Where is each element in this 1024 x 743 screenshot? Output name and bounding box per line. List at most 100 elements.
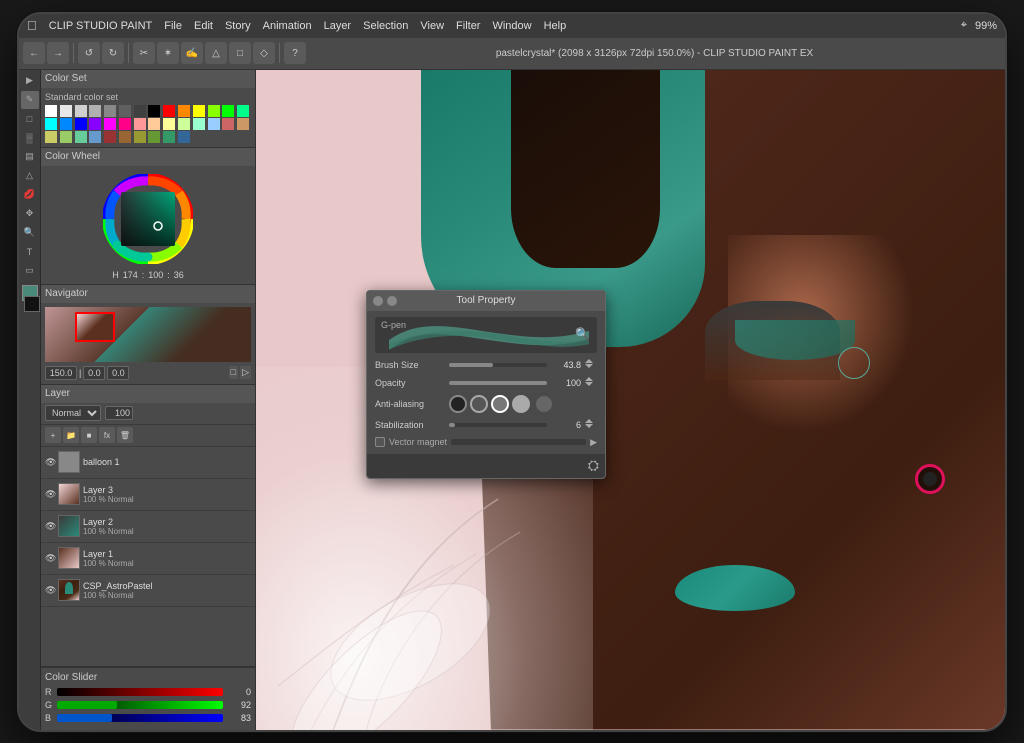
aa-mid-btn[interactable] [491, 395, 509, 413]
color-swatch[interactable] [119, 131, 131, 143]
opacity-spinner-up[interactable] [585, 377, 593, 381]
color-swatch[interactable] [45, 118, 57, 130]
layer-mask-btn[interactable]: ■ [81, 427, 97, 443]
layer-eye-icon[interactable]: 👁 [45, 585, 55, 595]
layer-item[interactable]: 👁 CSP_AstroPastel 100 % Normal [41, 575, 255, 607]
color-swatch[interactable] [208, 118, 220, 130]
spinner-up-icon[interactable] [585, 359, 593, 363]
color-swatch[interactable] [237, 105, 249, 117]
navigator-header[interactable]: Navigator [41, 285, 255, 303]
tool-icon-text[interactable]: T [21, 243, 39, 261]
color-swatch[interactable] [75, 118, 87, 130]
rotate-icon[interactable]: ▷ [240, 366, 251, 379]
stab-slider[interactable] [449, 423, 547, 427]
toolbar-rotate-left-btn[interactable]: ↺ [78, 42, 100, 64]
menu-filter[interactable]: Filter [456, 20, 480, 32]
blend-mode-select[interactable]: Normal [45, 405, 101, 421]
new-layer-btn[interactable]: + [45, 427, 61, 443]
brush-size-spinner[interactable] [585, 359, 597, 371]
layer-panel-header[interactable]: Layer [41, 385, 255, 403]
toolbar-diamond-btn[interactable]: ◇ [253, 42, 275, 64]
color-swatch[interactable] [89, 105, 101, 117]
color-swatch[interactable] [134, 105, 146, 117]
menu-window[interactable]: Window [492, 20, 531, 32]
menu-edit[interactable]: Edit [194, 20, 213, 32]
color-swatch[interactable] [89, 118, 101, 130]
tool-icon-pen[interactable]: ✎ [21, 91, 39, 109]
opacity-spinner-down[interactable] [585, 382, 593, 386]
layer-eye-icon[interactable]: 👁 [45, 521, 55, 531]
aa-high-btn[interactable] [512, 395, 530, 413]
color-swatch[interactable] [148, 105, 160, 117]
toolbar-rotate-right-btn[interactable]: ↻ [102, 42, 124, 64]
r-slider-track[interactable] [57, 688, 223, 696]
toolbar-back-btn[interactable]: ← [23, 42, 45, 64]
dialog-minimize-btn[interactable] [387, 296, 397, 306]
color-swatch[interactable] [193, 118, 205, 130]
aa-off-btn[interactable] [449, 395, 467, 413]
color-swatch[interactable] [60, 118, 72, 130]
tool-icon-fill[interactable]: ▒ [21, 129, 39, 147]
tool-icon-cursor[interactable]: ▶ [21, 72, 39, 90]
toolbar-pen-btn[interactable]: ✍ [181, 42, 203, 64]
layer-item[interactable]: 👁 Layer 2 100 % Normal [41, 511, 255, 543]
vector-magnet-checkbox[interactable] [375, 437, 385, 447]
brush-size-slider[interactable] [449, 363, 547, 367]
menu-story[interactable]: Story [225, 20, 251, 32]
new-folder-btn[interactable]: 📁 [63, 427, 79, 443]
navigator-preview[interactable] [45, 307, 251, 362]
y-pos-input[interactable] [107, 366, 129, 380]
layer-item[interactable]: 👁 Layer 1 100 % Normal [41, 543, 255, 575]
layer-item[interactable]: 👁 Layer 3 100 % Normal [41, 479, 255, 511]
color-swatch[interactable] [119, 105, 131, 117]
toolbar-triangle-btn[interactable]: △ [205, 42, 227, 64]
tool-icon-zoom[interactable]: 🔍 [21, 224, 39, 242]
color-swatch[interactable] [178, 131, 190, 143]
stab-spinner-down[interactable] [585, 424, 593, 428]
color-swatch[interactable] [89, 131, 101, 143]
toolbar-cut-btn[interactable]: ✂ [133, 42, 155, 64]
color-swatch[interactable] [45, 131, 57, 143]
x-pos-input[interactable] [83, 366, 105, 380]
color-swatch[interactable] [45, 105, 57, 117]
color-set-header[interactable]: Color Set [41, 70, 255, 88]
color-swatch[interactable] [119, 118, 131, 130]
color-swatch[interactable] [163, 118, 175, 130]
menu-file[interactable]: File [164, 20, 182, 32]
tool-icon-eraser[interactable]: □ [21, 110, 39, 128]
layer-eye-icon[interactable]: 👁 [45, 457, 55, 467]
tool-icon-select[interactable]: ▤ [21, 148, 39, 166]
stab-spinner-up[interactable] [585, 419, 593, 423]
vm-slider[interactable] [451, 439, 586, 445]
tool-icon-shape[interactable]: ▭ [21, 262, 39, 280]
aa-extra-btn[interactable] [536, 396, 552, 412]
menu-layer[interactable]: Layer [324, 20, 352, 32]
color-swatch[interactable] [75, 131, 87, 143]
color-swatch[interactable] [104, 118, 116, 130]
color-swatch[interactable] [134, 118, 146, 130]
toolbar-help-btn[interactable]: ? [284, 42, 306, 64]
opacity-input[interactable] [105, 406, 133, 420]
opacity-slider[interactable] [449, 381, 547, 385]
fit-icon[interactable]: □ [229, 366, 238, 379]
color-swatch[interactable] [148, 131, 160, 143]
color-swatch[interactable] [148, 118, 160, 130]
g-slider-track[interactable] [57, 701, 223, 709]
canvas-area[interactable]: Tool Property G-pen 🔍 [256, 70, 1005, 730]
menu-view[interactable]: View [420, 20, 444, 32]
toolbar-square-btn[interactable]: □ [229, 42, 251, 64]
settings-icon[interactable]: ⛭ [588, 457, 599, 474]
layer-eye-icon[interactable]: 👁 [45, 553, 55, 563]
zoom-value-input[interactable] [45, 366, 77, 380]
color-swatch[interactable] [75, 105, 87, 117]
color-swatch[interactable] [163, 131, 175, 143]
menu-selection[interactable]: Selection [363, 20, 408, 32]
search-icon[interactable]: 🔍 [575, 327, 591, 343]
layer-item[interactable]: 👁 balloon 1 [41, 447, 255, 479]
color-swatch[interactable] [237, 118, 249, 130]
color-swatch[interactable] [222, 105, 234, 117]
toolbar-star-btn[interactable]: ✶ [157, 42, 179, 64]
delete-layer-btn[interactable]: 🗑 [117, 427, 133, 443]
toolbar-forward-btn[interactable]: → [47, 42, 69, 64]
tool-icon-lasso[interactable]: △ [21, 167, 39, 185]
